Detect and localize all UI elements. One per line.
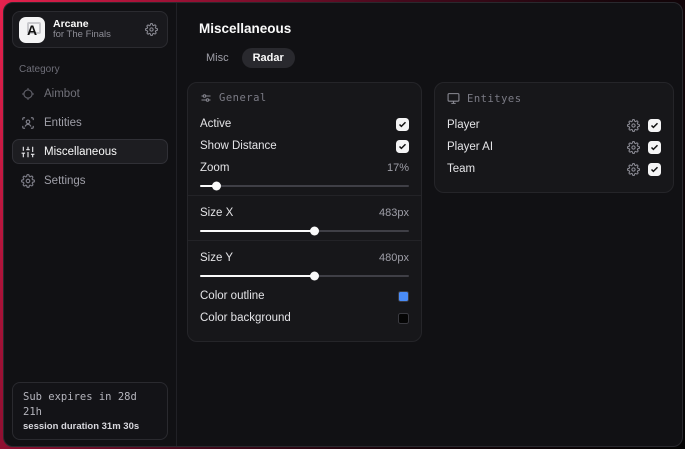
gear-icon bbox=[21, 173, 35, 188]
entities-panel-header: Entityes bbox=[447, 92, 661, 105]
slider-thumb[interactable] bbox=[200, 275, 315, 277]
session-duration-text: session duration 31m 30s bbox=[23, 420, 140, 432]
toggle-label: Show Distance bbox=[200, 140, 277, 152]
slider-value: 483px bbox=[379, 207, 409, 219]
divider bbox=[188, 240, 421, 241]
category-label: Category bbox=[19, 64, 60, 75]
toggle-row-active: Active bbox=[200, 113, 409, 135]
toggle-label: Active bbox=[200, 118, 232, 130]
check-icon bbox=[398, 121, 407, 127]
crosshair-icon bbox=[21, 87, 35, 101]
color-label: Color background bbox=[200, 312, 291, 324]
toggle-row-show-distance: Show Distance bbox=[200, 135, 409, 157]
entity-row-player: Player bbox=[447, 114, 661, 136]
gear-icon[interactable] bbox=[145, 23, 158, 36]
sliders-horizontal-icon bbox=[200, 92, 212, 104]
monitor-icon bbox=[447, 92, 460, 105]
tab-radar[interactable]: Radar bbox=[241, 48, 295, 68]
profile-card: A Arcane for The Finals bbox=[12, 11, 168, 48]
sliders-icon bbox=[21, 145, 35, 159]
panel-title: General bbox=[219, 92, 267, 104]
sidebar-item-label: Settings bbox=[44, 174, 86, 187]
sidebar-item-label: Aimbot bbox=[44, 87, 80, 100]
tab-misc[interactable]: Misc bbox=[195, 48, 240, 68]
entities-panel: Entityes Player Player AI Team bbox=[434, 82, 674, 193]
slider-header-row: Size Y 480px bbox=[200, 247, 409, 269]
panels-row: General Active Show Distance Zoom 17% Si… bbox=[187, 82, 674, 342]
color-outline-swatch[interactable] bbox=[398, 290, 409, 302]
sidebar: A Arcane for The Finals Category Aimbot bbox=[4, 3, 177, 446]
slider-thumb[interactable] bbox=[200, 230, 315, 232]
entity-controls bbox=[627, 162, 661, 176]
app-logo: A bbox=[19, 16, 45, 43]
entity-settings-gear-icon[interactable] bbox=[627, 118, 640, 132]
sidebar-item-miscellaneous[interactable]: Miscellaneous bbox=[12, 139, 168, 164]
sidebar-item-aimbot[interactable]: Aimbot bbox=[12, 81, 168, 106]
logo-letter: A bbox=[26, 21, 38, 38]
slider-value: 480px bbox=[379, 252, 409, 264]
main-content: Miscellaneous Misc Radar General Active bbox=[177, 3, 682, 446]
app-subtitle: for The Finals bbox=[53, 29, 111, 41]
entity-label: Team bbox=[447, 163, 476, 175]
entity-row-player-ai: Player AI bbox=[447, 136, 661, 158]
slider-label: Size X bbox=[200, 207, 234, 219]
color-row-outline: Color outline bbox=[200, 285, 409, 307]
player-checkbox[interactable] bbox=[648, 118, 661, 132]
general-panel-header: General bbox=[200, 92, 409, 104]
check-icon bbox=[650, 122, 659, 128]
slider-label: Zoom bbox=[200, 162, 230, 174]
size-y-slider[interactable] bbox=[200, 275, 409, 277]
zoom-slider-group: Zoom 17% bbox=[200, 157, 409, 187]
slider-thumb[interactable] bbox=[200, 185, 217, 187]
active-checkbox[interactable] bbox=[396, 117, 409, 131]
panel-title: Entityes bbox=[467, 92, 522, 105]
entity-settings-gear-icon[interactable] bbox=[627, 162, 640, 176]
team-checkbox[interactable] bbox=[648, 162, 661, 176]
entity-settings-gear-icon[interactable] bbox=[627, 140, 640, 154]
divider bbox=[188, 195, 421, 196]
sidebar-item-label: Miscellaneous bbox=[44, 145, 117, 158]
slider-header-row: Size X 483px bbox=[200, 202, 409, 224]
tab-bar: Misc Radar bbox=[195, 48, 674, 68]
subscription-card: Sub expires in 28d 21h session duration … bbox=[12, 382, 168, 440]
color-background-swatch[interactable] bbox=[398, 312, 409, 324]
zoom-slider[interactable] bbox=[200, 185, 409, 187]
size-x-slider[interactable] bbox=[200, 230, 409, 232]
check-icon bbox=[650, 166, 659, 172]
page-title: Miscellaneous bbox=[199, 21, 292, 36]
slider-value: 17% bbox=[386, 162, 409, 174]
app-window: A Arcane for The Finals Category Aimbot bbox=[3, 2, 683, 447]
check-icon bbox=[398, 143, 407, 149]
check-icon bbox=[650, 144, 659, 150]
general-panel: General Active Show Distance Zoom 17% Si… bbox=[187, 82, 422, 342]
sub-expires-text: Sub expires in 28d 21h bbox=[23, 391, 137, 419]
color-label: Color outline bbox=[200, 290, 265, 302]
show-distance-checkbox[interactable] bbox=[396, 139, 409, 153]
slider-header-row: Zoom 17% bbox=[200, 157, 409, 179]
sidebar-item-entities[interactable]: Entities bbox=[12, 110, 168, 135]
slider-label: Size Y bbox=[200, 252, 234, 264]
entity-row-team: Team bbox=[447, 158, 661, 180]
entity-label: Player bbox=[447, 119, 480, 131]
sidebar-item-label: Entities bbox=[44, 116, 82, 129]
entities-icon bbox=[21, 116, 35, 130]
sidebar-item-settings[interactable]: Settings bbox=[12, 168, 168, 193]
color-row-background: Color background bbox=[200, 307, 409, 329]
entity-controls bbox=[627, 118, 661, 132]
entity-label: Player AI bbox=[447, 141, 494, 153]
profile-text: Arcane for The Finals bbox=[53, 18, 137, 41]
entity-controls bbox=[627, 140, 661, 154]
sidebar-nav: Aimbot Entities Miscellaneous Settings bbox=[12, 81, 168, 193]
size-x-slider-group: Size X 483px bbox=[200, 202, 409, 232]
size-y-slider-group: Size Y 480px bbox=[200, 247, 409, 277]
player-ai-checkbox[interactable] bbox=[648, 140, 661, 154]
